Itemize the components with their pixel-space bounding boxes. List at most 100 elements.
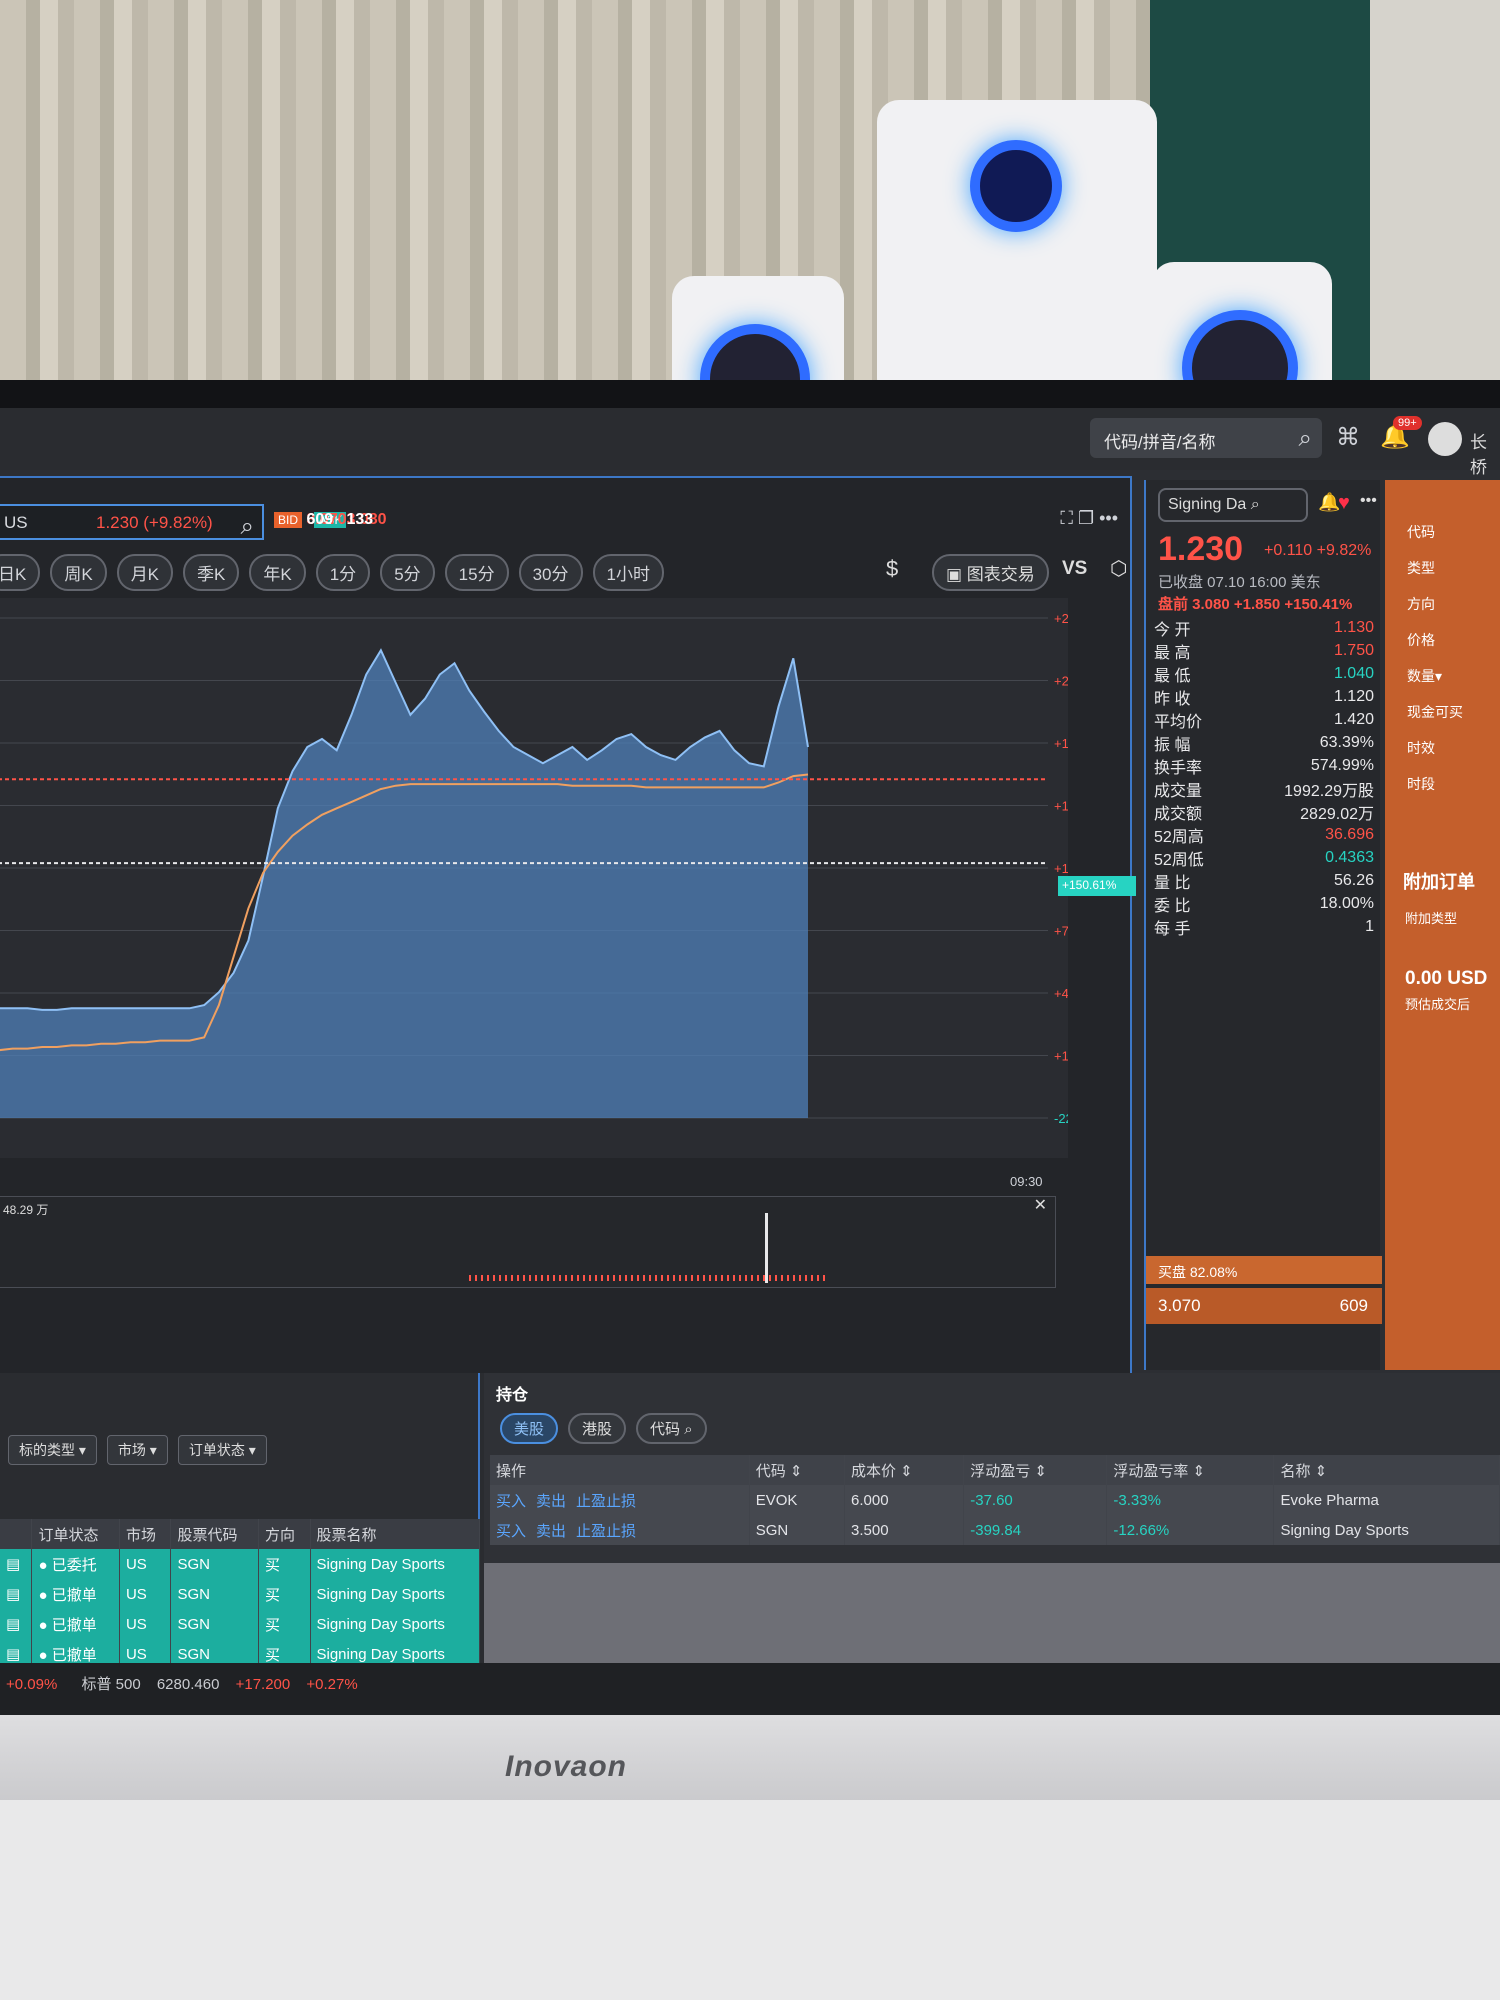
position-action-link[interactable]: 卖出 [536, 1523, 566, 1540]
order-filter-dropdown[interactable]: 标的类型 ▾ [8, 1435, 97, 1465]
app-topbar: 代码/拼音/名称 ⌕ ⌘ 🔔 99+ 长桥 [0, 408, 1500, 477]
price-area [0, 650, 808, 1118]
table-cell: Evoke Pharma [1273, 1485, 1500, 1515]
positions-tab[interactable]: 港股 [568, 1413, 627, 1444]
avatar[interactable] [1428, 422, 1462, 456]
quote-row-label: 今 开 [1154, 621, 1191, 639]
symbol-search-icon[interactable]: ⌕ [241, 513, 254, 541]
positions-code-search[interactable]: 代码 ⌕ [636, 1413, 707, 1444]
period-2[interactable]: 月K [116, 554, 174, 591]
last-price: 1.230 [1158, 530, 1244, 568]
symbol-tab[interactable]: US 1.230 (+9.82%) ⌕ [0, 504, 264, 540]
pct-tick: +78.54% [1054, 924, 1068, 939]
position-action-link[interactable]: 止盈止损 [576, 1523, 636, 1540]
positions-header-cell[interactable]: 名称 ⇕ [1273, 1455, 1500, 1485]
period-4[interactable]: 年K [249, 554, 306, 591]
period-3[interactable]: 季K [183, 554, 240, 591]
chart-trade-button[interactable]: ▣ 图表交易 [932, 554, 1049, 591]
panel-more-icon[interactable]: ••• [1360, 492, 1377, 510]
more-icon[interactable]: ••• [1099, 508, 1118, 528]
ask-qty: 133 [346, 511, 374, 528]
period-9[interactable]: 1小时 [592, 554, 664, 591]
search-placeholder: 代码/拼音/名称 [1104, 433, 1216, 452]
period-7[interactable]: 15分 [444, 554, 509, 591]
positions-header-cell[interactable]: 浮动盈亏率 ⇕ [1106, 1455, 1275, 1485]
positions-header-cell[interactable]: 操作 [490, 1455, 750, 1485]
table-row[interactable]: ▤ ● 已委托 US SGN 买 Signing Day Sports [0, 1549, 480, 1579]
position-action-link[interactable]: 买入 [496, 1523, 526, 1540]
global-search-input[interactable]: 代码/拼音/名称 ⌕ [1090, 418, 1322, 458]
positions-header-cell[interactable]: 浮动盈亏 ⇕ [963, 1455, 1108, 1485]
quote-row-value: 1.120 [1333, 687, 1374, 705]
quote-row-label: 成交额 [1154, 805, 1203, 823]
addon-order-title: 附加订单 [1403, 872, 1475, 892]
order-filter-dropdown[interactable]: 订单状态 ▾ [177, 1435, 267, 1465]
order-field-label: 价格 [1407, 632, 1435, 648]
apps-icon[interactable]: ⌘ [1336, 423, 1360, 452]
quote-row: 今 开 1.130 [1154, 616, 1374, 639]
stock-search-input[interactable]: Signing Da ⌕ [1158, 488, 1308, 522]
row-actions: 买入 卖出 止盈止损 [490, 1485, 750, 1515]
order-filters: 标的类型 ▾ 市场 ▾ 订单状态 ▾ [8, 1435, 277, 1465]
order-filter-dropdown[interactable]: 市场 ▾ [106, 1435, 168, 1465]
order-field-label: 时效 [1407, 740, 1435, 756]
order-field-label: 数量▾ [1407, 668, 1443, 684]
table-cell: EVOK [749, 1485, 846, 1515]
order-field-label: 现金可买 [1407, 704, 1463, 720]
favorite-heart-icon[interactable]: ♥ [1338, 492, 1350, 515]
positions-header-cell[interactable]: 代码 ⇕ [749, 1455, 846, 1485]
quote-row-label: 振 幅 [1154, 736, 1191, 754]
table-row[interactable]: ▤ ● 已撤单 US SGN 买 Signing Day Sports [0, 1609, 480, 1639]
table-cell: Signing Day Sports [310, 1609, 480, 1639]
table-cell: US [119, 1549, 172, 1579]
position-action-link[interactable]: 止盈止损 [576, 1493, 636, 1510]
period-0[interactable]: 日K [0, 554, 41, 591]
period-6[interactable]: 5分 [380, 554, 435, 591]
fullscreen-icon[interactable]: ⛶ [1060, 508, 1073, 528]
quote-row: 平均价 1.420 [1154, 708, 1374, 731]
market-status: 已收盘 07.10 16:00 美东 [1158, 574, 1321, 591]
period-5[interactable]: 1分 [315, 554, 371, 591]
quote-row-label: 换手率 [1154, 759, 1203, 777]
trading-app-window: 代码/拼音/名称 ⌕ ⌘ 🔔 99+ 长桥 US 1.230 (+9.82%) … [0, 408, 1500, 1718]
top-bid-qty: 609 [1339, 1296, 1368, 1315]
positions-panel: 持仓 美股 港股 代码 ⌕ 操作 代码 ⇕ 成本价 ⇕ 浮动盈亏 ⇕ 浮动盈亏率 ⇕ 名称 ⇕… [484, 1373, 1500, 1663]
table-cell: 3.500 [844, 1515, 965, 1545]
price-chart-svg: +246.83% +213.17% +179.51% +145.86% +112.20%… [0, 611, 1113, 1126]
quote-row-value: 1.130 [1333, 618, 1374, 636]
order-estimate: 预估成交后 [1405, 997, 1471, 1012]
stock-search-text: Signing Da [1168, 496, 1247, 513]
positions-tab[interactable]: 美股 [500, 1413, 559, 1444]
table-cell: ● 已撤单 [31, 1609, 120, 1639]
table-row[interactable]: ▤ ● 已撤单 US SGN 买 Signing Day Sports [0, 1579, 480, 1609]
symbol-market: US [4, 513, 28, 532]
orders-table: 订单状态 市场 股票代码 方向 股票名称 ▤ ● 已委托 US SGN 买 Signing Day … [0, 1519, 480, 1669]
search-icon[interactable]: ⌕ [1299, 425, 1312, 453]
quote-row-label: 成交量 [1154, 782, 1203, 800]
quote-panel: Signing Da ⌕ 🔔 ♥ ••• 1.230 +0.110 +9.82%… [1144, 480, 1382, 1370]
order-field-label: 代码 [1407, 524, 1435, 540]
table-row[interactable]: 买入 卖出 止盈止损 SGN 3.500 -399.84 -12.66% Signing Da… [490, 1515, 1500, 1545]
bid-qty: 609 [306, 511, 334, 528]
popout-icon[interactable]: ❐ [1078, 508, 1094, 528]
period-1[interactable]: 周K [50, 554, 107, 591]
table-row[interactable]: 买入 卖出 止盈止损 EVOK 6.000 -37.60 -3.33% Evoke Pharm… [490, 1485, 1500, 1515]
pct-tick: +44.88% [1054, 986, 1068, 1001]
positions-header-cell[interactable]: 成本价 ⇕ [844, 1455, 965, 1485]
volume-close-icon[interactable]: ✕ [1034, 1195, 1047, 1215]
bottom-panels: 标的类型 ▾ 市场 ▾ 订单状态 ▾ 订单状态 市场 股票代码 方向 股票名称 ▤ ● 已委托 U… [0, 1373, 1500, 1669]
quote-row-value: 1.420 [1333, 710, 1374, 728]
pct-tick: -22.44% [1054, 1111, 1068, 1126]
quote-row-value: 56.26 [1333, 871, 1374, 889]
period-8[interactable]: 30分 [518, 554, 583, 591]
volume-spike [765, 1213, 768, 1283]
period-selector: 日K 周K 月K 季K 年K 1分 5分 15分 30分 1小时 [0, 554, 674, 591]
quote-row: 52周高 36.696 [1154, 823, 1374, 846]
dollar-icon[interactable]: $ [886, 556, 898, 582]
index-value: 6280.460 [156, 1676, 220, 1693]
quote-row: 换手率 574.99% [1154, 754, 1374, 777]
position-action-link[interactable]: 卖出 [536, 1493, 566, 1510]
compare-vs-button[interactable]: VS [1062, 558, 1087, 580]
position-action-link[interactable]: 买入 [496, 1493, 526, 1510]
settings-icon[interactable]: ⬡ [1110, 556, 1127, 581]
